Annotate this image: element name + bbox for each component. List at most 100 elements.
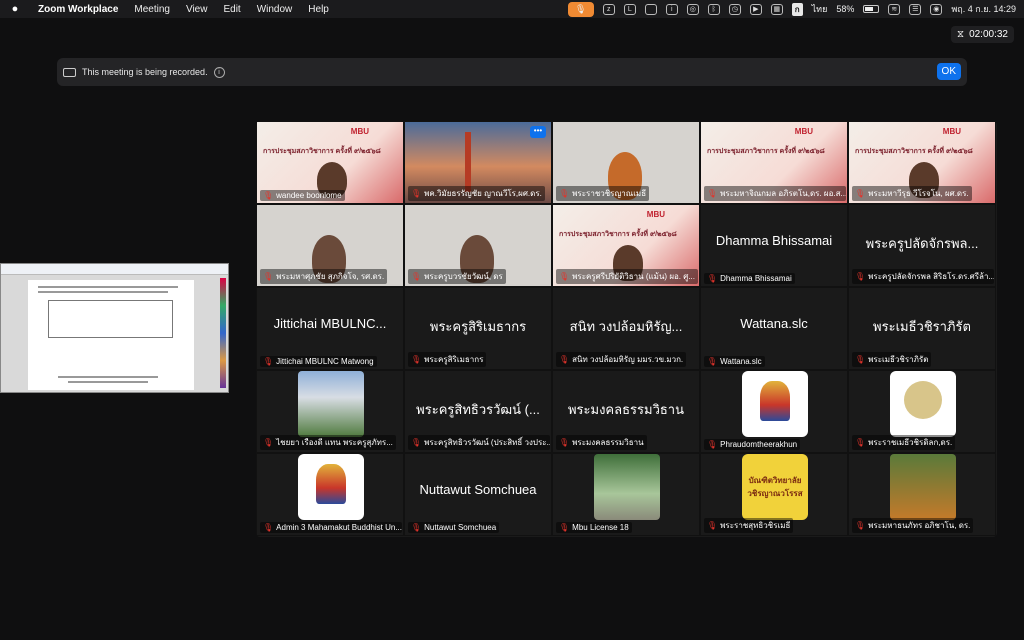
participant-display-name: Wattana.slc bbox=[740, 316, 808, 331]
participant-name-label: 🎙 พระมงคลธรรมวิธาน bbox=[556, 435, 647, 450]
participant-name-label: 🎙 ไชยยา เรืองดี แทน พระครูสุภัทร... bbox=[260, 435, 396, 450]
emblem-avatar: บัณฑิตวิทยาลัย วชิรญาณวโรรส bbox=[742, 454, 808, 520]
participant-name-label: 🎙 พระมหาวีรุธ วีโรจโน, ผศ.ดร. bbox=[852, 186, 972, 201]
participant-name: พระราชเมธีวชิรดิลก,ดร. bbox=[868, 438, 953, 447]
participant-name-label: 🎙 พระราชวชิรญาณเมธี bbox=[556, 186, 650, 201]
menu-window[interactable]: Window bbox=[249, 4, 301, 15]
participant-name-label: 🎙 พค.วิมัยธรรัญชัย ญาณวีโร,ผศ.ดร. bbox=[408, 186, 545, 201]
participant-tile[interactable]: 🎙 Phraudomtheerakhun bbox=[700, 370, 848, 453]
participant-name-label: 🎙 Dhamma Bhissamai bbox=[704, 273, 795, 284]
airdrop-icon[interactable]: ◎ bbox=[686, 3, 699, 15]
menubar-clock[interactable]: พฤ. 4 ก.ย. 14:29 bbox=[951, 2, 1016, 16]
participant-name-label: 🎙 Phraudomtheerakhun bbox=[704, 439, 801, 450]
participant-name: Wattana.slc bbox=[720, 357, 762, 366]
participant-tile[interactable]: 🎙 ไชยยา เรืองดี แทน พระครูสุภัทร... bbox=[256, 370, 404, 453]
participant-tile[interactable]: ••• 🎙 พค.วิมัยธรรัญชัย ญาณวีโร,ผศ.ดร. bbox=[404, 121, 552, 204]
muted-mic-icon: 🎙 bbox=[855, 272, 866, 281]
menu-app-name[interactable]: Zoom Workplace bbox=[30, 4, 126, 15]
participant-tile[interactable]: พระมงคลธรรมวิธาน 🎙 พระมงคลธรรมวิธาน bbox=[552, 370, 700, 453]
info-icon[interactable]: i bbox=[213, 66, 225, 78]
participant-tile[interactable]: Jittichai MBULNC... 🎙 Jittichai MBULNC Mat… bbox=[256, 287, 404, 370]
participant-tile[interactable]: 🎙 พระมหาศุภชัย สุภกิจโจ, รศ.ดร. bbox=[256, 204, 404, 287]
menu-help[interactable]: Help bbox=[300, 4, 337, 15]
muted-mic-icon: 🎙 bbox=[707, 189, 718, 198]
info-status-icon[interactable]: i bbox=[665, 3, 678, 15]
participant-tile[interactable]: พระครูสิทธิวรวัฒน์ (... 🎙 พระครูสิทธิวรวัฒ… bbox=[404, 370, 552, 453]
muted-mic-icon: 🎙 bbox=[855, 521, 866, 530]
bluetooth-icon[interactable]: ᛒ bbox=[707, 3, 720, 15]
participant-name: Phraudomtheerakhun bbox=[720, 440, 798, 449]
participant-tile[interactable]: 🎙 พระมหาธนภัทร อภิชาโน, ดร. bbox=[848, 453, 996, 536]
timer-icon[interactable]: ◷ bbox=[728, 3, 741, 15]
participant-tile[interactable]: 🎙 พระครูบวรชัยวัฒน์, ดร bbox=[404, 204, 552, 287]
shared-toolbar bbox=[1, 264, 228, 275]
participant-name: ไชยยา เรืองดี แทน พระครูสุภัทร... bbox=[276, 438, 393, 447]
participant-tile[interactable]: บัณฑิตวิทยาลัย วชิรญาณวโรรส 🎙 พระราชสุทธิว… bbox=[700, 453, 848, 536]
control-center-icon[interactable]: ☰ bbox=[909, 3, 922, 15]
monitor-icon[interactable] bbox=[644, 3, 657, 15]
line-icon[interactable]: L bbox=[623, 3, 636, 15]
input-source-badge[interactable]: ก bbox=[791, 2, 803, 16]
shared-document-page bbox=[28, 280, 194, 390]
participant-tile[interactable]: Wattana.slc 🎙 Wattana.slc bbox=[700, 287, 848, 370]
participant-name-label: 🎙 พระครูสิริเมธากร bbox=[408, 352, 487, 367]
participant-tile[interactable]: 🎙 Admin 3 Mahamakut Buddhist Un... bbox=[256, 453, 404, 536]
participant-tile[interactable]: MBU การประชุมสภาวิชาการ ครั้งที่ ๙/๒๕๖๘ 🎙 พ… bbox=[848, 121, 996, 204]
participant-tile[interactable]: 🎙 พระราชวชิรญาณเมธี bbox=[552, 121, 700, 204]
muted-mic-icon: 🎙 bbox=[559, 189, 570, 198]
mbu-logo: MBU bbox=[942, 127, 961, 136]
menu-meeting[interactable]: Meeting bbox=[126, 4, 178, 15]
battery-percent: 58% bbox=[836, 4, 855, 14]
muted-mic-icon: 🎙 bbox=[263, 438, 274, 447]
apple-icon[interactable]: ● bbox=[0, 3, 30, 15]
keyboard-icon[interactable]: ▦ bbox=[770, 3, 783, 15]
participant-tile[interactable]: Nuttawut Somchuea 🎙 Nuttawut Somchuea bbox=[404, 453, 552, 536]
participant-display-name: Nuttawut Somchuea bbox=[419, 482, 537, 497]
muted-mic-icon: 🎙 bbox=[855, 189, 866, 198]
menu-edit[interactable]: Edit bbox=[215, 4, 248, 15]
ok-button[interactable]: OK bbox=[936, 63, 961, 80]
language-label[interactable]: ไทย bbox=[812, 2, 828, 16]
participant-tile[interactable]: 🎙 Mbu License 18 bbox=[552, 453, 700, 536]
participant-tile[interactable]: 🎙 พระราชเมธีวชิรดิลก,ดร. bbox=[848, 370, 996, 453]
participant-name-label: 🎙 พระมหาธนภัทร อภิชาโน, ดร. bbox=[852, 518, 974, 533]
zoom-status-icon[interactable]: z bbox=[602, 3, 615, 15]
participant-name: พระเมธีวชิราภิรัต bbox=[868, 355, 929, 364]
participant-name-label: 🎙 พระครูปลัดจักรพล สิริธโร.ดร.ศรีล้า... bbox=[852, 269, 994, 284]
participant-tile[interactable]: พระครูสิริเมธากร 🎙 พระครูสิริเมธากร bbox=[404, 287, 552, 370]
meeting-timer: ⧖ 02:00:32 bbox=[951, 26, 1014, 43]
muted-mic-icon: 🎙 bbox=[559, 523, 570, 532]
wifi-icon[interactable]: ≋ bbox=[888, 3, 901, 15]
participant-name: พระครูสิริเมธากร bbox=[424, 355, 484, 364]
more-options-icon[interactable]: ••• bbox=[530, 126, 546, 138]
participant-tile[interactable]: Dhamma Bhissamai 🎙 Dhamma Bhissamai bbox=[700, 204, 848, 287]
participant-name: พระมหาวีรุธ วีโรจโน, ผศ.ดร. bbox=[868, 189, 969, 198]
slide-title: การประชุมสภาวิชาการ ครั้งที่ ๙/๒๕๖๘ bbox=[855, 148, 973, 155]
battery-icon[interactable] bbox=[863, 5, 880, 13]
campus-photo-avatar bbox=[594, 454, 660, 520]
participant-name: Nuttawut Somchuea bbox=[424, 523, 497, 532]
muted-mic-icon: 🎙 bbox=[411, 438, 422, 447]
participant-name: Jittichai MBULNC Matwong bbox=[276, 357, 374, 366]
participant-tile[interactable]: MBU การประชุมสภาวิชาการ ครั้งที่ ๙/๒๕๖๘ 🎙 พ… bbox=[700, 121, 848, 204]
shared-table bbox=[48, 300, 173, 338]
siri-icon[interactable]: ◉ bbox=[930, 3, 943, 15]
participant-tile[interactable]: MBU การประชุมสภาวิชาการ ครั้งที่ ๙/๒๕๖๘ 🎙 w… bbox=[256, 121, 404, 204]
play-icon[interactable]: ▶ bbox=[749, 3, 762, 15]
participant-display-name: Jittichai MBULNC... bbox=[273, 316, 387, 331]
participant-name: พระครูศรีปริยัติวิธาน (แม้น) ผอ. ศู... bbox=[572, 272, 695, 281]
participant-name: Admin 3 Mahamakut Buddhist Un... bbox=[276, 523, 402, 532]
menu-view[interactable]: View bbox=[178, 4, 216, 15]
participant-name-label: 🎙 พระมหาศุภชัย สุภกิจโจ, รศ.ดร. bbox=[260, 269, 388, 284]
shared-screen-thumbnail[interactable] bbox=[0, 263, 229, 393]
participant-tile[interactable]: พระครูปลัดจักรพล... 🎙 พระครูปลัดจักรพล สิร… bbox=[848, 204, 996, 287]
participant-tile[interactable]: MBU การประชุมสภาวิชาการ ครั้งที่ ๙/๒๕๖๘ 🎙 พ… bbox=[552, 204, 700, 287]
participant-display-name: สนิท วงปล้อมหิรัญ... bbox=[569, 319, 683, 334]
participant-tile[interactable]: พระเมธีวชิราภิรัต 🎙 พระเมธีวชิราภิรัต bbox=[848, 287, 996, 370]
participant-name-label: 🎙 พระครูสิทธิวรวัฒน์ (ประสิทธิ์ วงประ... bbox=[408, 435, 550, 450]
slide-title: การประชุมสภาวิชาการ ครั้งที่ ๙/๒๕๖๘ bbox=[559, 231, 677, 238]
muted-mic-icon: 🎙 bbox=[263, 272, 274, 281]
microphone-icon[interactable]: 🎙 bbox=[567, 1, 594, 17]
participant-tile[interactable]: สนิท วงปล้อมหิรัญ... 🎙 สนิท วงปล้อมหิรัญ ม… bbox=[552, 287, 700, 370]
participant-name: พระครูบวรชัยวัฒน์, ดร bbox=[424, 272, 503, 281]
